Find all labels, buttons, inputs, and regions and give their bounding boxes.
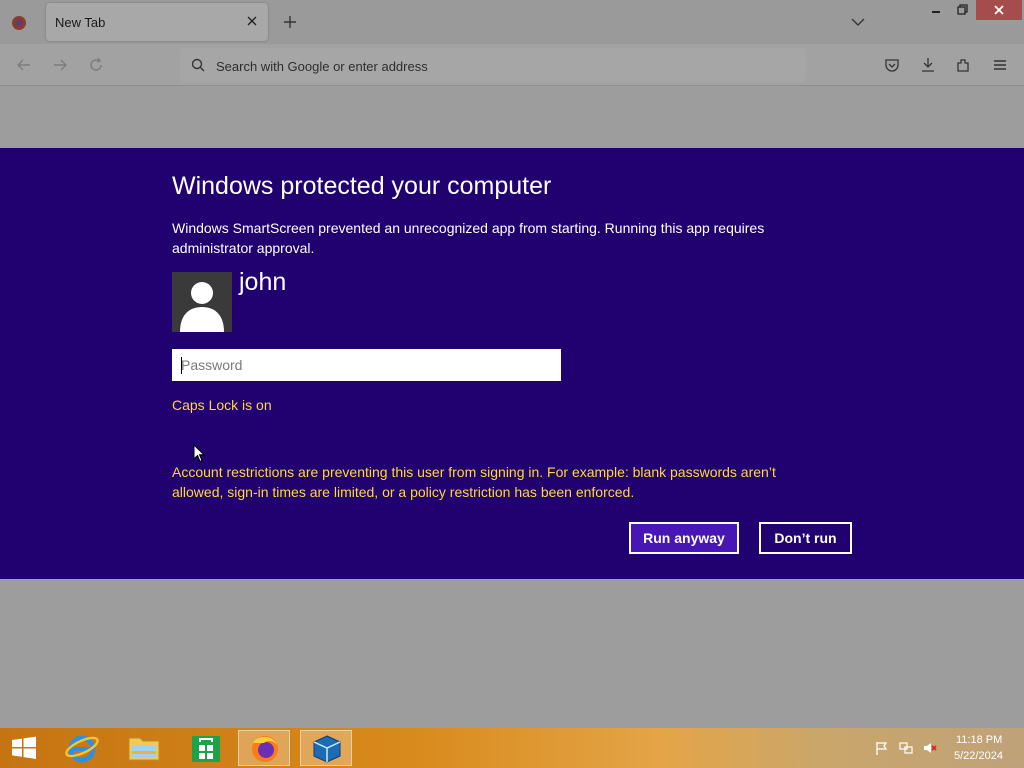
clock-time[interactable]: 11:18 PM: [956, 734, 1002, 746]
caps-lock-warning: Caps Lock is on: [172, 397, 272, 413]
windows-start-icon[interactable]: [6, 734, 42, 762]
dialog-message: Windows SmartScreen prevented an unrecog…: [172, 220, 765, 256]
run-anyway-button[interactable]: Run anyway: [629, 522, 739, 554]
username: john: [239, 268, 287, 296]
tab-new-tab[interactable]: New Tab: [46, 3, 268, 41]
internet-explorer-icon[interactable]: [56, 730, 108, 766]
search-icon: [190, 57, 206, 73]
text-caret: [181, 357, 182, 374]
firefox-view-icon[interactable]: [8, 12, 30, 34]
password-input[interactable]: [172, 349, 561, 381]
user-avatar-icon: [172, 272, 232, 332]
network-icon[interactable]: [898, 740, 914, 756]
clock-date[interactable]: 5/22/2024: [954, 750, 1003, 762]
forward-arrow-icon[interactable]: [50, 55, 70, 75]
dont-run-button[interactable]: Don’t run: [759, 522, 852, 554]
volume-muted-icon[interactable]: [922, 740, 938, 756]
back-arrow-icon[interactable]: [14, 55, 34, 75]
chevron-down-icon[interactable]: [848, 12, 868, 32]
menu-icon[interactable]: [990, 55, 1010, 75]
reload-icon[interactable]: [86, 55, 106, 75]
firefox-icon[interactable]: [238, 730, 290, 766]
mouse-pointer-icon: [193, 443, 206, 463]
extensions-icon[interactable]: [954, 55, 974, 75]
close-icon[interactable]: [242, 11, 262, 31]
smartscreen-dialog: Windows protected your computer Windows …: [0, 148, 1024, 579]
virtualbox-icon[interactable]: [300, 730, 352, 766]
taskbar: 11:18 PM 5/22/2024: [0, 728, 1024, 768]
window-close-button[interactable]: [976, 0, 1022, 20]
nav-toolbar: Search with Google or enter address: [0, 44, 1024, 86]
restore-icon[interactable]: [952, 2, 972, 18]
tab-title: New Tab: [55, 15, 106, 30]
tab-strip: New Tab: [0, 0, 1024, 44]
plus-icon[interactable]: [280, 12, 300, 32]
action-center-flag-icon[interactable]: [874, 740, 890, 756]
dialog-title: Windows protected your computer: [172, 172, 552, 200]
file-explorer-icon[interactable]: [118, 730, 170, 766]
address-bar-placeholder: Search with Google or enter address: [216, 59, 428, 74]
address-bar[interactable]: Search with Google or enter address: [180, 48, 806, 82]
download-icon[interactable]: [918, 55, 938, 75]
account-restriction-message: Account restrictions are preventing this…: [172, 464, 776, 500]
store-icon[interactable]: [180, 730, 232, 766]
pocket-icon[interactable]: [882, 55, 902, 75]
minimize-icon[interactable]: [926, 2, 946, 18]
